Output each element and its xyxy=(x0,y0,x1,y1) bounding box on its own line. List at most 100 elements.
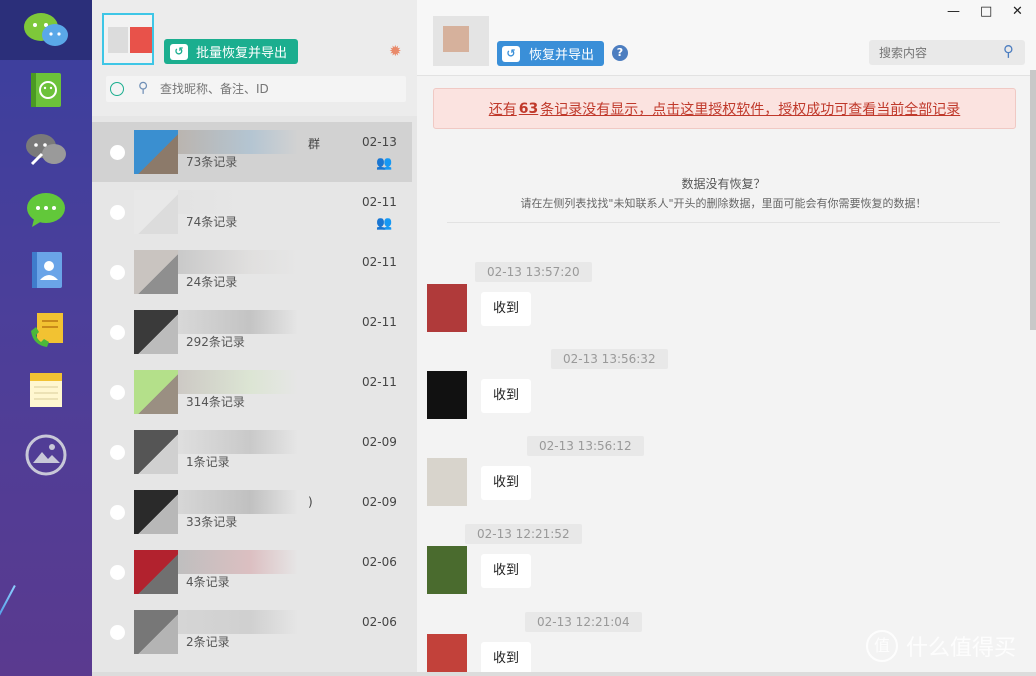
tip-title: 数据没有恢复？ xyxy=(681,177,766,191)
contact-select-radio[interactable] xyxy=(110,325,125,340)
last-date: 02-09 xyxy=(362,435,397,449)
restore-icon: ↺ xyxy=(502,45,520,62)
nav-address-book[interactable] xyxy=(0,240,92,300)
nav-messages[interactable] xyxy=(0,180,92,240)
contact-search-box: ⚲ xyxy=(106,76,406,102)
record-count: 74条记录 xyxy=(186,215,238,229)
restore-export-button[interactable]: ↺ 恢复并导出 xyxy=(497,41,604,66)
message-bubble[interactable]: 收到 xyxy=(481,466,531,500)
last-date: 02-06 xyxy=(362,615,397,629)
contacts-book-icon xyxy=(31,73,61,107)
notice-suffix: 条记录没有显示，点击这里授权软件，授权成功可查看当前全部记录 xyxy=(540,101,961,118)
restore-export-label: 恢复并导出 xyxy=(529,48,595,63)
nav-photos[interactable] xyxy=(0,425,92,485)
last-date: 02-09 xyxy=(362,495,397,509)
help-icon[interactable]: ? xyxy=(612,45,628,61)
contact-name-suffix: 群 xyxy=(308,137,321,151)
record-count: 314条记录 xyxy=(186,395,245,409)
contact-name-blurred xyxy=(178,610,298,634)
sender-avatar xyxy=(427,546,467,594)
sender-avatar xyxy=(427,371,467,419)
group-chat-icon: 👥 xyxy=(376,156,393,171)
last-date: 02-11 xyxy=(362,255,397,269)
contact-row[interactable]: ) 33条记录 02-09 xyxy=(92,482,412,542)
notes-icon xyxy=(30,373,62,407)
chat-scrollbar[interactable] xyxy=(1030,70,1036,330)
contact-row[interactable]: 74条记录 02-11 👥 xyxy=(92,182,412,242)
contact-select-radio[interactable] xyxy=(110,505,125,520)
contact-select-radio[interactable] xyxy=(110,205,125,220)
nav-contacts[interactable] xyxy=(0,60,92,120)
account-avatar[interactable] xyxy=(102,13,154,65)
contact-select-radio[interactable] xyxy=(110,445,125,460)
wechat-logo-icon xyxy=(24,13,68,46)
maximize-button[interactable]: □ xyxy=(980,4,992,19)
contact-search-input[interactable] xyxy=(160,79,400,99)
contact-name-blurred xyxy=(178,250,298,274)
last-date: 02-06 xyxy=(362,555,397,569)
divider xyxy=(447,222,1000,223)
contact-name-blurred xyxy=(178,550,298,574)
contact-avatar xyxy=(134,610,178,654)
sender-avatar xyxy=(427,458,467,506)
batch-restore-export-button[interactable]: ↺ 批量恢复并导出 xyxy=(164,39,298,64)
message-bubble[interactable]: 收到 xyxy=(481,554,531,588)
contact-select-radio[interactable] xyxy=(110,565,125,580)
contact-row[interactable]: 24条记录 02-11 xyxy=(92,242,412,302)
contact-row[interactable]: 292条记录 02-11 xyxy=(92,302,412,362)
address-book-icon xyxy=(32,252,62,288)
photos-icon xyxy=(25,434,67,476)
message-bubble[interactable]: 收到 xyxy=(481,379,531,413)
contact-avatar xyxy=(134,310,178,354)
batch-restore-export-label: 批量恢复并导出 xyxy=(196,46,288,61)
nav-call-log[interactable] xyxy=(0,300,92,360)
record-count: 24条记录 xyxy=(186,275,238,289)
last-date: 02-11 xyxy=(362,195,397,209)
contact-select-radio[interactable] xyxy=(110,145,125,160)
contact-row[interactable]: 2条记录 02-06 xyxy=(92,602,412,662)
content-search-input[interactable] xyxy=(879,44,999,62)
contact-name-blurred xyxy=(178,370,298,394)
last-date: 02-13 xyxy=(362,135,397,149)
bug-report-icon[interactable]: ✹ xyxy=(389,42,402,60)
contact-name-blurred xyxy=(178,130,298,154)
message-bubble[interactable]: 收到 xyxy=(481,642,531,676)
minimize-button[interactable]: — xyxy=(947,4,960,19)
contact-name-blurred xyxy=(178,190,298,214)
content-search-box: ⚲ xyxy=(869,40,1025,65)
record-count: 292条记录 xyxy=(186,335,245,349)
close-button[interactable]: ✕ xyxy=(1012,4,1023,19)
nav-notes[interactable] xyxy=(0,360,92,420)
last-date: 02-11 xyxy=(362,315,397,329)
select-all-radio[interactable] xyxy=(110,82,124,96)
contact-rows: 群 73条记录 02-13 👥 74条记录 02-11 👥 24条记录 02-11 292条记录 0… xyxy=(92,122,412,662)
contact-select-radio[interactable] xyxy=(110,265,125,280)
contact-avatar xyxy=(433,16,489,66)
contact-row[interactable]: 314条记录 02-11 xyxy=(92,362,412,422)
last-date: 02-11 xyxy=(362,375,397,389)
watermark-logo: 值 xyxy=(866,630,898,662)
contact-avatar xyxy=(134,130,178,174)
contact-name-blurred xyxy=(178,310,298,334)
message-timestamp: 02-13 13:56:12 xyxy=(527,436,644,456)
contact-avatar xyxy=(134,370,178,414)
contact-select-radio[interactable] xyxy=(110,625,125,640)
contact-row[interactable]: 4条记录 02-06 xyxy=(92,542,412,602)
contact-row[interactable]: 1条记录 02-09 xyxy=(92,422,412,482)
message-bubble[interactable]: 收到 xyxy=(481,292,531,326)
contact-row[interactable]: 群 73条记录 02-13 👥 xyxy=(92,122,412,182)
search-icon[interactable]: ⚲ xyxy=(1003,42,1014,60)
nav-wechat[interactable] xyxy=(0,0,92,60)
chat-bubble-icon xyxy=(27,193,65,227)
contact-name-blurred xyxy=(178,490,298,514)
nav-chat-attachments[interactable] xyxy=(0,120,92,180)
contact-avatar xyxy=(134,550,178,594)
authorize-notice-link[interactable]: 还有 63 条记录没有显示，点击这里授权软件，授权成功可查看当前全部记录 xyxy=(433,88,1016,129)
contact-name-suffix: ) xyxy=(308,495,313,509)
sender-avatar xyxy=(427,634,467,676)
sender-avatar xyxy=(427,284,467,332)
contact-avatar xyxy=(134,190,178,234)
record-count: 4条记录 xyxy=(186,575,230,589)
message-timestamp: 02-13 12:21:04 xyxy=(525,612,642,632)
contact-select-radio[interactable] xyxy=(110,385,125,400)
